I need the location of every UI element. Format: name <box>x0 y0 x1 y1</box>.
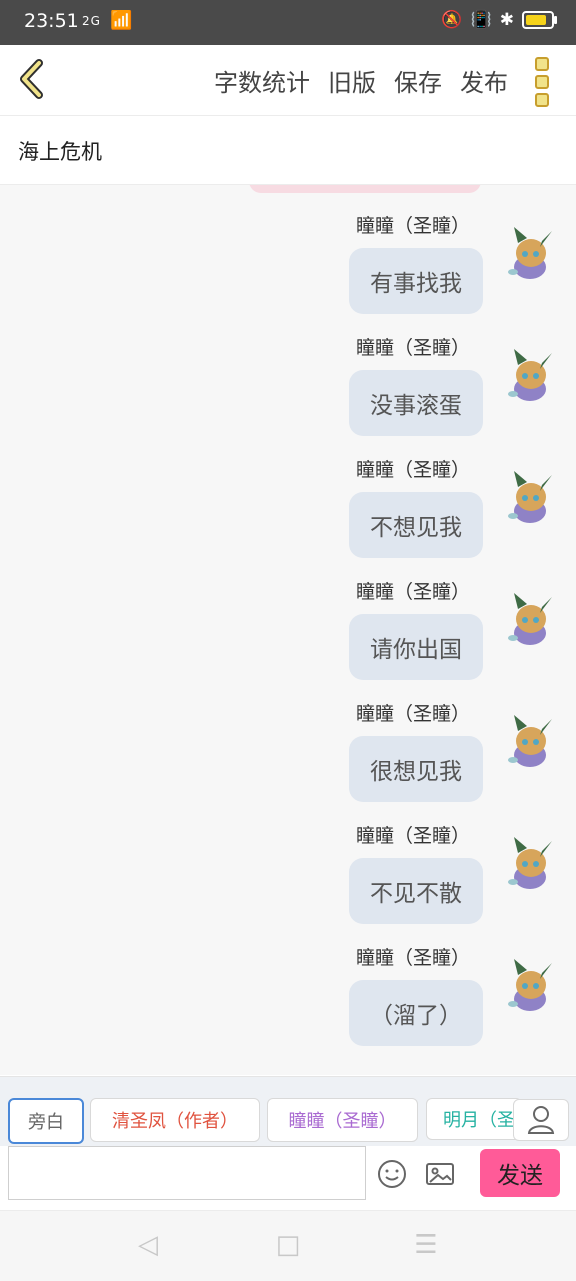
status-time: 23:51 <box>24 10 79 32</box>
old-version-button[interactable]: 旧版 <box>328 63 376 98</box>
save-button[interactable]: 保存 <box>394 63 442 98</box>
message-bubble[interactable]: 请你出国 <box>349 614 483 680</box>
message-row: 瞳瞳（圣瞳） 有事找我 <box>0 185 576 314</box>
message-bubble[interactable]: 很想见我 <box>349 736 483 802</box>
message-bubble[interactable]: （溜了） <box>349 980 483 1046</box>
sender-name: 瞳瞳（圣瞳） <box>355 825 470 847</box>
person-icon[interactable] <box>513 1099 569 1141</box>
network-type: 2G <box>82 14 101 28</box>
send-button[interactable]: 发送 <box>480 1149 560 1197</box>
avatar[interactable] <box>504 711 556 769</box>
message-row: 瞳瞳（圣瞳） 不见不散 <box>0 795 576 924</box>
message-bubble[interactable]: 没事滚蛋 <box>349 370 483 436</box>
message-row: 瞳瞳（圣瞳） （溜了） <box>0 917 576 1046</box>
editor-toolbar: 字数统计 旧版 保存 发布 <box>0 45 576 116</box>
nav-menu-icon[interactable]: ☰ <box>412 1231 440 1259</box>
sender-name: 瞳瞳（圣瞳） <box>355 581 470 603</box>
story-title: 海上危机 <box>18 140 102 164</box>
battery-icon <box>522 11 557 29</box>
sender-name: 瞳瞳（圣瞳） <box>355 337 470 359</box>
more-vertical-icon[interactable] <box>530 57 554 107</box>
vibrate-icon: 📳 <box>470 10 492 30</box>
avatar[interactable] <box>504 955 556 1013</box>
emoji-icon[interactable] <box>376 1158 408 1190</box>
status-bar: 23:51 2G 📶 🔕 📳 ✱ <box>0 0 576 45</box>
chat-scroll-area[interactable]: 瞳瞳（圣瞳） 有事找我 瞳瞳（圣瞳） 没事滚蛋 瞳瞳（圣瞳） 不想见我 瞳瞳（圣… <box>0 185 576 1075</box>
message-bubble[interactable]: 有事找我 <box>349 248 483 314</box>
message-row: 瞳瞳（圣瞳） 不想见我 <box>0 429 576 558</box>
message-row: 瞳瞳（圣瞳） 很想见我 <box>0 673 576 802</box>
narrator-chip[interactable]: 旁白 <box>8 1098 84 1144</box>
avatar[interactable] <box>504 467 556 525</box>
tong-character-chip[interactable]: 瞳瞳（圣瞳） <box>267 1098 418 1142</box>
system-navigation-bar: ◁ □ ☰ <box>0 1210 576 1281</box>
nav-home-icon[interactable]: □ <box>274 1231 302 1259</box>
back-chevron-icon[interactable] <box>14 57 58 101</box>
author-character-chip[interactable]: 清圣凤（作者） <box>90 1098 260 1142</box>
nav-back-icon[interactable]: ◁ <box>134 1231 162 1259</box>
sender-name: 瞳瞳（圣瞳） <box>355 215 470 237</box>
sender-name: 瞳瞳（圣瞳） <box>355 947 470 969</box>
mingyue-character-chip[interactable]: 明月（圣 <box>426 1098 522 1140</box>
mute-icon: 🔕 <box>441 10 463 30</box>
message-row: 瞳瞳（圣瞳） 没事滚蛋 <box>0 307 576 436</box>
bluetooth-icon: ✱ <box>499 10 514 30</box>
word-count-button[interactable]: 字数统计 <box>214 63 310 98</box>
avatar[interactable] <box>504 589 556 647</box>
image-icon[interactable] <box>424 1158 456 1190</box>
status-right-icons: 🔕 📳 ✱ <box>441 10 557 30</box>
message-bubble[interactable]: 不见不散 <box>349 858 483 924</box>
composer: 发送 <box>0 1146 576 1210</box>
message-input[interactable] <box>8 1146 366 1200</box>
message-bubble[interactable]: 不想见我 <box>349 492 483 558</box>
avatar[interactable] <box>504 345 556 403</box>
story-title-bar: 海上危机 <box>0 116 576 185</box>
avatar[interactable] <box>504 223 556 281</box>
sender-name: 瞳瞳（圣瞳） <box>355 703 470 725</box>
avatar[interactable] <box>504 833 556 891</box>
sender-name: 瞳瞳（圣瞳） <box>355 459 470 481</box>
wifi-icon: 📶 <box>110 10 133 31</box>
message-row: 瞳瞳（圣瞳） 请你出国 <box>0 551 576 680</box>
battery-fill <box>526 15 546 25</box>
toolbar-actions: 字数统计 旧版 保存 发布 <box>214 63 508 98</box>
publish-button[interactable]: 发布 <box>460 63 508 98</box>
